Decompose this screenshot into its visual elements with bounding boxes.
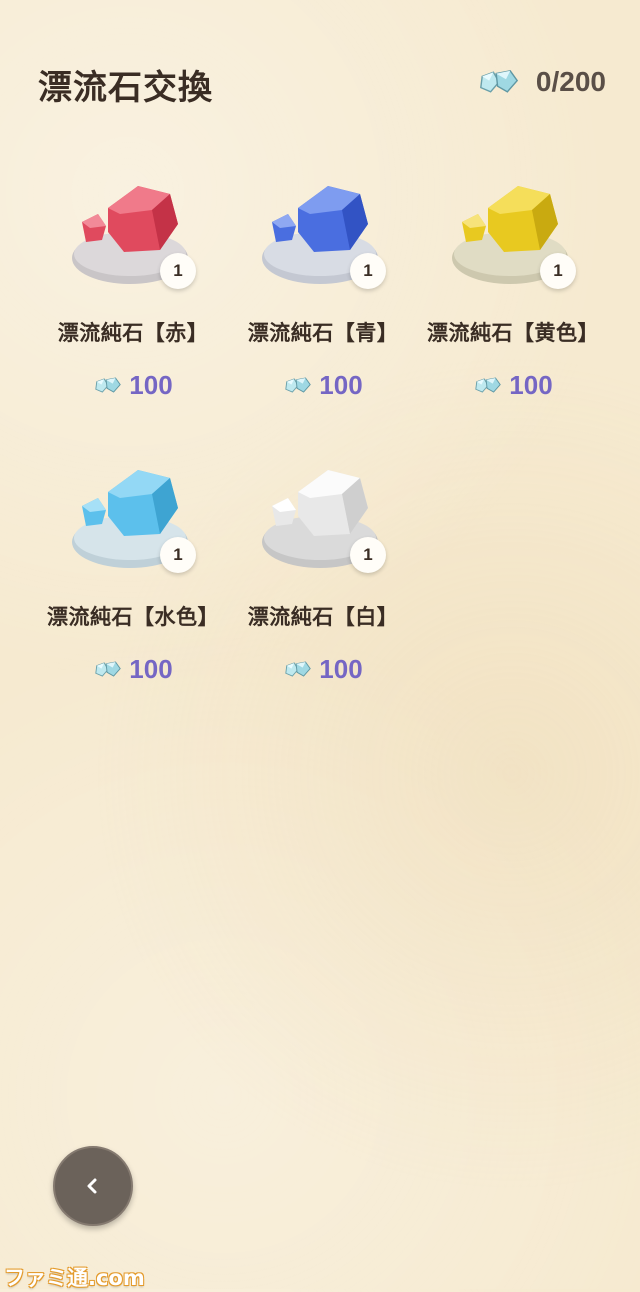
item-count-badge: 1 [350, 253, 386, 289]
item-name: 漂流純石【黄色】 [427, 321, 599, 345]
chevron-left-icon [87, 1178, 97, 1194]
page-title: 漂流石交換 [38, 68, 213, 108]
currency-balance: 0/200 [535, 66, 606, 97]
currency-counter: 0/200 [476, 66, 606, 98]
exchange-item-light-blue[interactable]: 1 漂流純石【水色】 100 [38, 449, 228, 699]
item-price-value: 100 [509, 370, 553, 400]
item-price-value: 100 [319, 654, 363, 684]
crystal-icon [283, 376, 313, 395]
item-count-badge: 1 [160, 253, 196, 289]
exchange-item-yellow[interactable]: 1 漂流純石【黄色】 100 [418, 165, 608, 415]
item-price-value: 100 [319, 370, 363, 400]
item-price: 100 [38, 370, 228, 401]
exchange-item-red[interactable]: 1 漂流純石【赤】 100 [38, 165, 228, 415]
crystal-icon [476, 68, 522, 96]
crystal-icon [283, 660, 313, 679]
watermark-logo: ファミ通.com [4, 1266, 145, 1290]
item-price: 100 [418, 370, 608, 401]
header: 漂流石交換 0/200 [38, 60, 606, 112]
item-price: 100 [228, 654, 418, 685]
crystal-icon [473, 376, 503, 395]
item-name: 漂流純石【白】 [247, 605, 399, 629]
item-price-value: 100 [129, 370, 173, 400]
back-button[interactable] [53, 1146, 133, 1226]
item-count-badge: 1 [540, 253, 576, 289]
item-name: 漂流純石【青】 [247, 321, 399, 345]
item-count-badge: 1 [350, 537, 386, 573]
crystal-icon [93, 376, 123, 395]
item-count-badge: 1 [160, 537, 196, 573]
exchange-item-blue[interactable]: 1 漂流純石【青】 100 [228, 165, 418, 415]
item-name: 漂流純石【水色】 [47, 605, 219, 629]
item-price: 100 [228, 370, 418, 401]
item-price: 100 [38, 654, 228, 685]
crystal-icon [93, 660, 123, 679]
item-name: 漂流純石【赤】 [57, 321, 209, 345]
item-price-value: 100 [129, 654, 173, 684]
exchange-item-white[interactable]: 1 漂流純石【白】 100 [228, 449, 418, 699]
